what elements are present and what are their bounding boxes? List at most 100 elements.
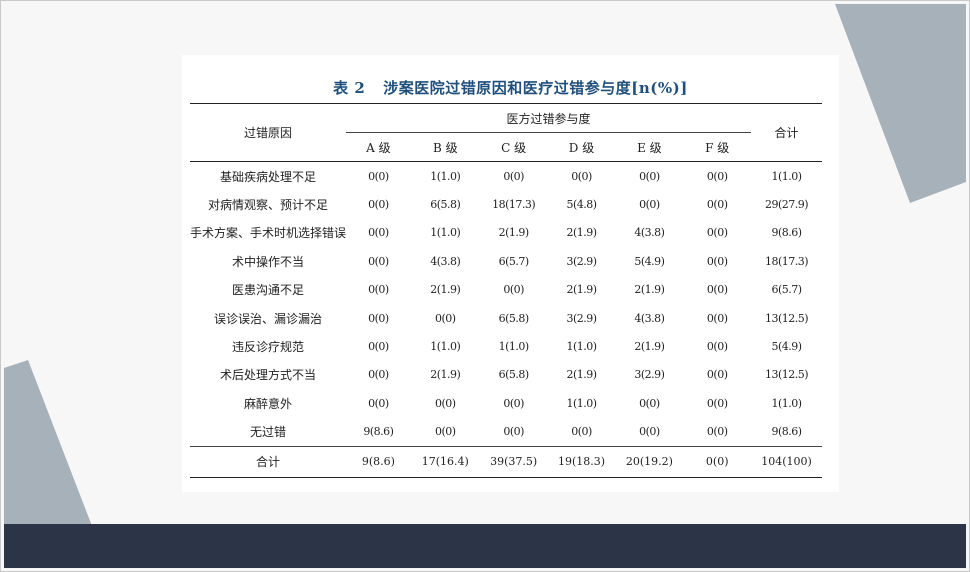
table-cell: 2(1.9) xyxy=(566,368,597,382)
table-cell: 13(12.5) xyxy=(765,311,809,325)
header-group: 医方过错参与度 xyxy=(346,103,752,133)
total-cell: 104(100) xyxy=(751,445,822,478)
table-cell: 3(2.9) xyxy=(566,311,597,325)
row-cause: 违反诊疗规范 xyxy=(232,340,305,355)
table-row: 术后处理方式不当 0(0) 2(1.9) 6(5.8) 2(1.9) 3(2.9… xyxy=(190,361,822,389)
table-cell: 0(0) xyxy=(706,340,728,354)
table-cell: 0(0) xyxy=(706,283,728,297)
table-cell: 29(27.9) xyxy=(765,198,809,212)
total-cell: 20(19.2) xyxy=(615,445,684,478)
table-cell: 0(0) xyxy=(706,226,728,240)
row-cause: 术后处理方式不当 xyxy=(220,368,317,383)
table-cell: 0(0) xyxy=(706,198,728,212)
header-cause: 过错原因 xyxy=(190,103,347,162)
table-cell: 6(5.8) xyxy=(430,198,461,212)
table-body: 基础疾病处理不足 0(0) 1(1.0) 0(0) 0(0) 0(0) 0(0)… xyxy=(190,162,822,478)
table-cell: 1(1.0) xyxy=(771,169,803,183)
table-cell: 0(0) xyxy=(706,425,728,439)
table-cell: 0(0) xyxy=(639,198,660,212)
top-right-gray-shape xyxy=(835,4,966,203)
table-row: 手术方案、手术时机选择错误 0(0) 1(1.0) 2(1.9) 2(1.9) … xyxy=(190,219,822,247)
table-cell: 5(4.9) xyxy=(771,340,803,354)
table-cell: 9(8.6) xyxy=(771,226,803,240)
table-cell: 1(1.0) xyxy=(430,340,461,354)
table-cell: 1(1.0) xyxy=(430,226,461,240)
row-cause: 无过错 xyxy=(250,425,287,440)
slide-footer-bar xyxy=(4,524,966,568)
total-cell: 19(18.3) xyxy=(547,445,616,478)
row-cause: 医患沟通不足 xyxy=(232,283,305,298)
row-cause: 基础疾病处理不足 xyxy=(220,169,317,184)
table-row: 麻醉意外 0(0) 0(0) 0(0) 1(1.0) 0(0) 0(0) 1(1… xyxy=(190,389,822,417)
table-cell: 2(1.9) xyxy=(498,226,530,240)
table-row: 医患沟通不足 0(0) 2(1.9) 0(0) 2(1.9) 2(1.9) 0(… xyxy=(190,276,822,304)
table-cell: 5(4.8) xyxy=(566,198,597,212)
table-cell: 0(0) xyxy=(706,396,728,410)
table-cell: 2(1.9) xyxy=(634,283,665,297)
row-cause: 麻醉意外 xyxy=(244,396,293,411)
table-number: 表 2 xyxy=(333,79,366,97)
table-cell: 1(1.0) xyxy=(771,396,803,410)
table-cell: 2(1.9) xyxy=(430,283,461,297)
table-cell: 0(0) xyxy=(368,226,389,240)
table-cell: 18(17.3) xyxy=(765,254,809,268)
table-cell: 3(2.9) xyxy=(634,368,665,382)
table-cell: 0(0) xyxy=(368,198,389,212)
header-grade: A 级 xyxy=(346,132,411,162)
table-row: 术中操作不当 0(0) 4(3.8) 6(5.7) 3(2.9) 5(4.9) … xyxy=(190,247,822,275)
total-row: 合计 9(8.6) 17(16.4) 39(37.5) 19(18.3) 20(… xyxy=(190,445,822,478)
total-cell: 0(0) xyxy=(683,445,752,478)
table-cell: 5(4.9) xyxy=(634,254,665,268)
table-cell: 6(5.7) xyxy=(498,254,530,268)
table-cell: 0(0) xyxy=(639,425,660,439)
table-row: 无过错 9(8.6) 0(0) 0(0) 0(0) 0(0) 0(0) 9(8.… xyxy=(190,418,822,447)
table-cell: 13(12.5) xyxy=(765,368,809,382)
header-grade: C 级 xyxy=(479,132,548,162)
table-title: 表 2 涉案医院过错原因和医疗过错参与度[n(%)] xyxy=(182,77,839,98)
table-cell: 4(3.8) xyxy=(634,226,665,240)
table-cell: 1(1.0) xyxy=(566,340,597,354)
table-cell: 0(0) xyxy=(571,169,592,183)
table-cell: 6(5.7) xyxy=(771,283,803,297)
table-cell: 0(0) xyxy=(368,283,389,297)
table-cell: 6(5.8) xyxy=(498,311,530,325)
table-cell: 0(0) xyxy=(503,396,524,410)
table-cell: 0(0) xyxy=(503,425,524,439)
row-cause: 手术方案、手术时机选择错误 xyxy=(190,226,347,241)
header-total: 合计 xyxy=(751,103,822,162)
table-cell: 9(8.6) xyxy=(363,425,394,439)
table-document: 表 2 涉案医院过错原因和医疗过错参与度[n(%)] 过错原因 医方过错参与度 合… xyxy=(182,55,839,492)
table-cell: 0(0) xyxy=(706,311,728,325)
table-cell: 0(0) xyxy=(368,396,389,410)
table-cell: 9(8.6) xyxy=(771,425,803,439)
table-cell: 0(0) xyxy=(571,425,592,439)
table-cell: 4(3.8) xyxy=(634,311,665,325)
table-cell: 1(1.0) xyxy=(566,396,597,410)
table-cell: 0(0) xyxy=(434,396,456,410)
table-cell: 0(0) xyxy=(503,283,524,297)
header-grade: D 级 xyxy=(547,132,616,162)
table-cell: 2(1.9) xyxy=(430,368,461,382)
table-row: 基础疾病处理不足 0(0) 1(1.0) 0(0) 0(0) 0(0) 0(0)… xyxy=(190,162,822,191)
header-row-1: 过错原因 医方过错参与度 合计 xyxy=(190,103,822,162)
table-row: 对病情观察、预计不足 0(0) 6(5.8) 18(17.3) 5(4.8) 0… xyxy=(190,190,822,218)
data-table: 过错原因 医方过错参与度 合计 A 级 B 级 C 级 D 级 E 级 F 级 … xyxy=(190,103,822,478)
table-cell: 0(0) xyxy=(639,169,660,183)
table-cell: 0(0) xyxy=(434,425,456,439)
table-cell: 0(0) xyxy=(368,368,389,382)
header-grade: F 级 xyxy=(683,132,752,162)
table-cell: 0(0) xyxy=(503,169,524,183)
table-cell: 0(0) xyxy=(368,311,389,325)
table-cell: 2(1.9) xyxy=(566,283,597,297)
table-cell: 0(0) xyxy=(706,254,728,268)
table-cell: 0(0) xyxy=(434,311,456,325)
bottom-left-gray-shape xyxy=(4,360,92,526)
table-cell: 2(1.9) xyxy=(566,226,597,240)
total-label: 合计 xyxy=(190,445,347,478)
table-cell: 3(2.9) xyxy=(566,254,597,268)
table-title-text: 涉案医院过错原因和医疗过错参与度[n(%)] xyxy=(383,79,688,97)
row-cause: 误诊误治、漏诊漏治 xyxy=(214,311,323,326)
total-cell: 17(16.4) xyxy=(410,445,480,478)
table-cell: 18(17.3) xyxy=(492,198,536,212)
table-cell: 1(1.0) xyxy=(430,169,461,183)
